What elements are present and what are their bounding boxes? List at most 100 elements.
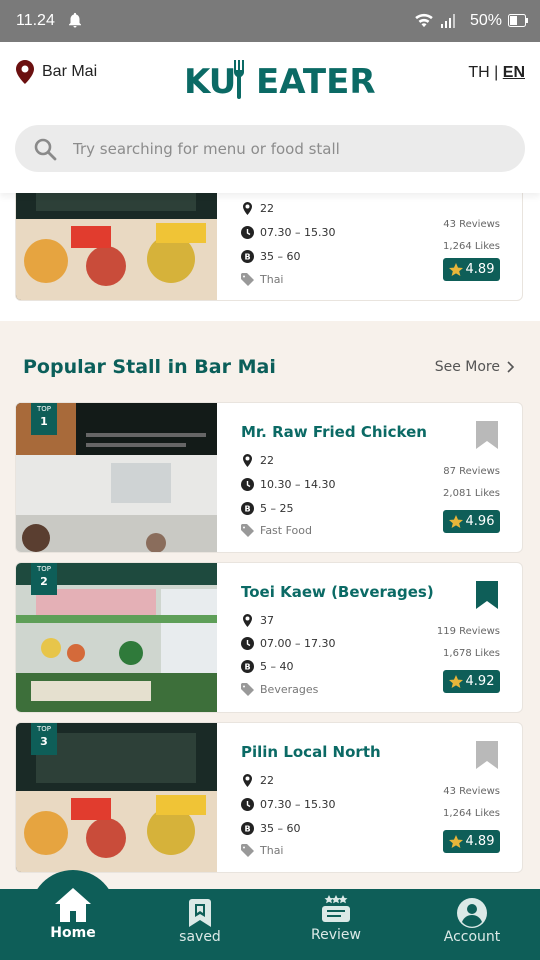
bookmark-icon[interactable] bbox=[476, 421, 498, 449]
stall-category-value: Thai bbox=[260, 844, 284, 857]
top-rank-number: 2 bbox=[40, 575, 48, 588]
ku-eater-logo: KU EATER bbox=[184, 56, 376, 102]
stall-name[interactable]: Toei Kaew (Beverages) bbox=[241, 583, 434, 601]
app-header: Bar Mai KU EATER TH | EN bbox=[0, 42, 540, 193]
svg-text:B: B bbox=[244, 505, 250, 514]
stall-price: B 35 – 60 bbox=[241, 250, 301, 263]
stall-name[interactable]: Mr. Raw Fried Chicken bbox=[241, 423, 427, 441]
stall-rating: 4.89 bbox=[443, 258, 500, 281]
fork-icon bbox=[234, 60, 244, 99]
stall-price: B 35 – 60 bbox=[241, 822, 301, 835]
stall-price-value: 5 – 40 bbox=[260, 660, 294, 673]
signal-icon bbox=[441, 14, 455, 28]
map-pin-icon bbox=[243, 614, 252, 627]
clock-icon bbox=[241, 798, 254, 811]
star-icon bbox=[448, 674, 463, 688]
see-more-link[interactable]: See More bbox=[435, 359, 516, 375]
wifi-icon bbox=[415, 13, 433, 28]
battery-percent: 50% bbox=[470, 12, 503, 29]
stall-category: Thai bbox=[241, 844, 284, 857]
account-icon bbox=[457, 898, 487, 928]
nav-saved[interactable]: saved bbox=[145, 897, 255, 960]
stall-card-2[interactable]: TOP 2 Toei Kaew (Beverages) 37 07.00 – 1… bbox=[15, 562, 523, 713]
lang-en[interactable]: EN bbox=[503, 64, 525, 81]
stall-price: B 5 – 25 bbox=[241, 502, 294, 515]
svg-text:B: B bbox=[244, 663, 250, 672]
map-pin-icon bbox=[243, 454, 252, 467]
review-stars-icon bbox=[322, 895, 350, 922]
stall-location: 22 bbox=[241, 774, 274, 787]
stall-price: B 5 – 40 bbox=[241, 660, 294, 673]
search-icon bbox=[34, 138, 57, 161]
top-rank-number: 3 bbox=[40, 735, 48, 748]
bookmark-icon[interactable] bbox=[476, 741, 498, 769]
nav-saved-label: saved bbox=[179, 929, 221, 945]
notification-bell-icon bbox=[68, 12, 82, 28]
bottom-nav: Home saved Review Account bbox=[0, 870, 540, 960]
language-switch: TH | EN bbox=[468, 64, 525, 82]
map-pin-icon bbox=[16, 60, 34, 84]
location-selector[interactable]: Bar Mai bbox=[16, 60, 97, 84]
star-icon bbox=[448, 514, 463, 528]
stall-category: Beverages bbox=[241, 683, 318, 696]
stall-hours: 07.30 – 15.30 bbox=[241, 226, 335, 239]
top-rank-badge: TOP 2 bbox=[31, 563, 57, 595]
stall-rating-value: 4.89 bbox=[465, 262, 495, 277]
stall-rating: 4.96 bbox=[443, 510, 500, 533]
stall-rating: 4.92 bbox=[443, 670, 500, 693]
stall-price-value: 35 – 60 bbox=[260, 250, 301, 263]
stall-hours-value: 10.30 – 14.30 bbox=[260, 478, 336, 491]
content-scroll[interactable]: 22 07.30 – 15.30 B 35 – 60 Thai 43 Revie… bbox=[0, 193, 540, 889]
stall-hours: 10.30 – 14.30 bbox=[241, 478, 335, 491]
stall-reviews: 119 Reviews bbox=[436, 626, 500, 637]
stall-card-1[interactable]: TOP 1 Mr. Raw Fried Chicken 22 10.30 – 1… bbox=[15, 402, 523, 553]
stall-location-value: 22 bbox=[260, 454, 274, 467]
nav-account[interactable]: Account bbox=[417, 897, 527, 960]
stall-name[interactable]: Pilin Local North bbox=[241, 743, 381, 761]
see-more-label: See More bbox=[434, 359, 500, 375]
stall-likes: 1,264 Likes bbox=[443, 241, 500, 252]
clock-icon bbox=[241, 637, 254, 650]
stall-rating-value: 4.89 bbox=[465, 834, 495, 849]
nav-review[interactable]: Review bbox=[281, 895, 391, 960]
nav-account-label: Account bbox=[443, 929, 501, 945]
search-bar bbox=[15, 125, 525, 172]
baht-icon: B bbox=[241, 660, 254, 673]
lang-th[interactable]: TH bbox=[468, 64, 489, 81]
stall-photo bbox=[16, 193, 217, 300]
stall-category-value: Beverages bbox=[260, 683, 319, 696]
top-rank-label: TOP bbox=[36, 565, 51, 573]
status-bar: 11.24 50% bbox=[0, 0, 540, 42]
stall-price-value: 35 – 60 bbox=[260, 822, 301, 835]
stall-hours-value: 07.30 – 15.30 bbox=[260, 798, 336, 811]
stall-card-partial[interactable]: 22 07.30 – 15.30 B 35 – 60 Thai 43 Revie… bbox=[15, 193, 523, 301]
svg-text:B: B bbox=[244, 253, 250, 262]
stall-category-value: Thai bbox=[260, 273, 284, 286]
svg-text:B: B bbox=[244, 825, 250, 834]
stall-location-value: 22 bbox=[260, 202, 274, 215]
status-time: 11.24 bbox=[16, 12, 55, 29]
nav-home[interactable]: Home bbox=[18, 885, 128, 956]
battery-icon bbox=[508, 14, 528, 27]
map-pin-icon bbox=[243, 774, 252, 787]
stall-category-value: Fast Food bbox=[260, 524, 312, 537]
bookmark-icon[interactable] bbox=[476, 581, 498, 609]
stall-hours: 07.00 – 17.30 bbox=[241, 637, 335, 650]
search-input[interactable] bbox=[73, 125, 503, 172]
logo-text-ku: KU bbox=[184, 62, 236, 102]
baht-icon: B bbox=[241, 822, 254, 835]
stall-hours: 07.30 – 15.30 bbox=[241, 798, 335, 811]
nav-review-label: Review bbox=[311, 927, 361, 943]
star-icon bbox=[448, 262, 463, 276]
stall-location: 22 bbox=[241, 454, 274, 467]
stall-likes: 2,081 Likes bbox=[443, 488, 500, 499]
stall-location-value: 22 bbox=[260, 774, 274, 787]
stall-card-3[interactable]: TOP 3 Pilin Local North 22 07.30 – 15.30… bbox=[15, 722, 523, 873]
stall-reviews: 43 Reviews bbox=[443, 786, 500, 797]
stall-price-value: 5 – 25 bbox=[260, 502, 294, 515]
saved-bookmark-icon bbox=[189, 899, 211, 927]
star-icon bbox=[448, 834, 463, 848]
stall-rating-value: 4.96 bbox=[465, 514, 495, 529]
lang-separator: | bbox=[489, 64, 503, 81]
home-icon bbox=[55, 888, 91, 922]
